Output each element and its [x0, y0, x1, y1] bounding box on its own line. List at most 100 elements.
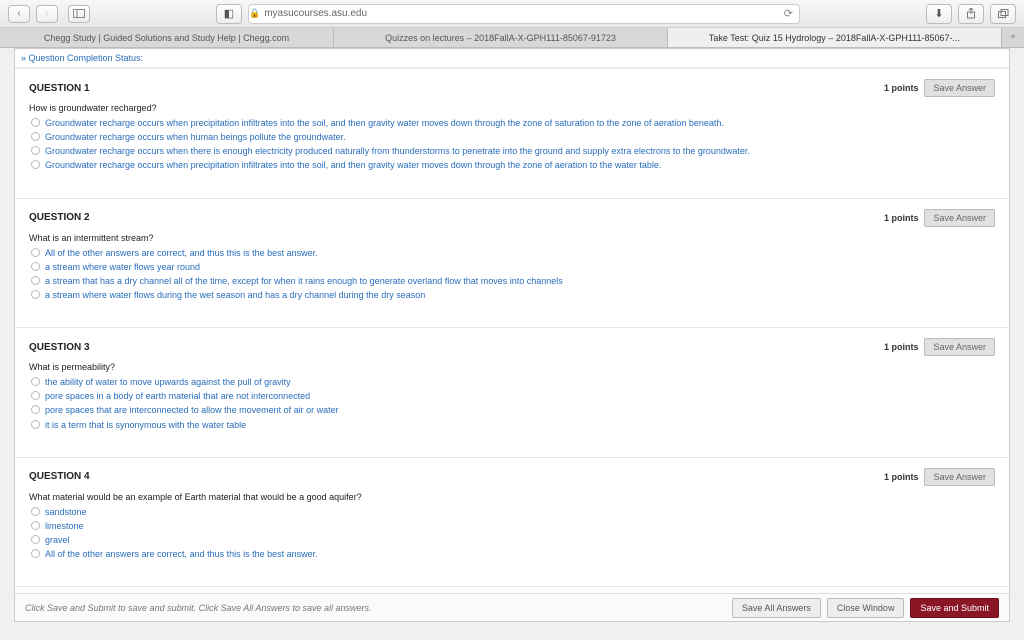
radio-button[interactable] [31, 377, 40, 386]
question-block: QUESTION 3 1 points Save Answer What is per… [15, 327, 1009, 447]
question-title: QUESTION 4 [29, 471, 90, 482]
option-text: pore spaces in a body of earth material … [45, 390, 310, 402]
save-answer-button[interactable]: Save Answer [924, 79, 995, 97]
question-title: QUESTION 3 [29, 342, 90, 353]
save-answer-button[interactable]: Save Answer [924, 468, 995, 486]
option-row[interactable]: Groundwater recharge occurs when precipi… [31, 117, 995, 129]
radio-button[interactable] [31, 248, 40, 257]
radio-button[interactable] [31, 521, 40, 530]
option-row[interactable]: a stream where water flows during the we… [31, 289, 995, 301]
points-suffix: points [889, 213, 919, 223]
option-row[interactable]: a stream where water flows year round [31, 261, 995, 273]
option-row[interactable]: a stream that has a dry channel all of t… [31, 275, 995, 287]
browser-tab[interactable]: Chegg Study | Guided Solutions and Study… [0, 28, 334, 47]
option-row[interactable]: limestone [31, 520, 995, 532]
option-row[interactable]: Groundwater recharge occurs when human b… [31, 131, 995, 143]
option-text: Groundwater recharge occurs when there i… [45, 145, 750, 157]
option-row[interactable]: it is a term that is synonymous with the… [31, 419, 995, 431]
option-text: limestone [45, 520, 84, 532]
question-header: QUESTION 3 1 points Save Answer [29, 338, 995, 356]
option-row[interactable]: Groundwater recharge occurs when there i… [31, 145, 995, 157]
quiz-page: » Question Completion Status: QUESTION 1… [14, 48, 1010, 622]
radio-button[interactable] [31, 420, 40, 429]
close-window-button[interactable]: Close Window [827, 598, 905, 618]
points-label: 1 points [884, 213, 919, 223]
option-text: pore spaces that are interconnected to a… [45, 404, 339, 416]
question-header: QUESTION 11 pointsSave Answer [29, 79, 995, 97]
question-prompt: What material would be an example of Ear… [29, 492, 995, 502]
save-all-answers-button[interactable]: Save All Answers [732, 598, 821, 618]
tabs-button[interactable] [990, 4, 1016, 24]
option-text: Groundwater recharge occurs when human b… [45, 131, 346, 143]
questions-container: QUESTION 11 pointsSave AnswerHow is grou… [15, 68, 1009, 622]
points-suffix: points [889, 83, 919, 93]
option-row[interactable]: All of the other answers are correct, an… [31, 548, 995, 560]
new-tab-button[interactable]: + [1002, 28, 1024, 47]
option-text: All of the other answers are correct, an… [45, 247, 318, 259]
points-suffix: points [889, 472, 919, 482]
back-button[interactable]: ‹ [8, 5, 30, 23]
question-meta: 1 points Save Answer [884, 468, 995, 486]
radio-button[interactable] [31, 405, 40, 414]
radio-button[interactable] [31, 160, 40, 169]
downloads-button[interactable]: ⬇ [926, 4, 952, 24]
option-row[interactable]: Groundwater recharge occurs when precipi… [31, 159, 995, 171]
tabs-icon [998, 9, 1009, 19]
save-answer-button[interactable]: Save Answer [924, 209, 995, 227]
browser-tab-strip: Chegg Study | Guided Solutions and Study… [0, 28, 1024, 48]
download-icon: ⬇ [934, 7, 943, 20]
radio-button[interactable] [31, 535, 40, 544]
option-text: a stream where water flows during the we… [45, 289, 425, 301]
points-label: 1 points [884, 83, 919, 93]
question-completion-status-link[interactable]: » Question Completion Status: [15, 49, 1009, 68]
radio-button[interactable] [31, 118, 40, 127]
sidebar-toggle-button[interactable] [68, 5, 90, 23]
points-label: 1 points [884, 472, 919, 482]
save-answer-button[interactable]: Save Answer [924, 338, 995, 356]
question-prompt: What is an ephemeral stream? [29, 621, 995, 622]
option-row[interactable]: pore spaces in a body of earth material … [31, 390, 995, 402]
radio-button[interactable] [31, 146, 40, 155]
points-label: 1 points [884, 342, 919, 352]
question-block: QUESTION 11 pointsSave AnswerHow is grou… [15, 68, 1009, 188]
option-row[interactable]: sandstone [31, 506, 995, 518]
option-row[interactable]: gravel [31, 534, 995, 546]
question-title: QUESTION 2 [29, 212, 90, 223]
radio-button[interactable] [31, 262, 40, 271]
question-block: QUESTION 21 pointsSave AnswerWhat is an … [15, 198, 1009, 318]
question-block: QUESTION 4 1 points Save Answer What materi… [15, 457, 1009, 577]
question-prompt: What is permeability? [29, 362, 995, 372]
option-text: Groundwater recharge occurs when precipi… [45, 117, 724, 129]
question-meta: 1 points Save Answer [884, 209, 995, 227]
radio-button[interactable] [31, 507, 40, 516]
browser-tab[interactable]: Take Test: Quiz 15 Hydrology – 2018FallA… [668, 28, 1002, 47]
browser-toolbar: ‹ › ◧ 🔒 myasucourses.asu.edu ⟳ ⬇ [0, 0, 1024, 28]
address-bar[interactable]: 🔒 myasucourses.asu.edu ⟳ [248, 4, 800, 24]
question-header: QUESTION 4 1 points Save Answer [29, 468, 995, 486]
reader-icon: ◧ [224, 7, 234, 20]
option-row[interactable]: All of the other answers are correct, an… [31, 247, 995, 259]
radio-button[interactable] [31, 549, 40, 558]
radio-button[interactable] [31, 276, 40, 285]
question-meta: 1 points Save Answer [884, 338, 995, 356]
option-text: All of the other answers are correct, an… [45, 548, 318, 560]
option-row[interactable]: the ability of water to move upwards aga… [31, 376, 995, 388]
reader-button[interactable]: ◧ [216, 4, 242, 24]
radio-button[interactable] [31, 391, 40, 400]
save-and-submit-button[interactable]: Save and Submit [910, 598, 999, 618]
forward-button[interactable]: › [36, 5, 58, 23]
option-text: gravel [45, 534, 70, 546]
tab-label: Take Test: Quiz 15 Hydrology – 2018FallA… [709, 33, 960, 43]
reload-icon[interactable]: ⟳ [784, 7, 793, 20]
option-text: a stream where water flows year round [45, 261, 200, 273]
points-suffix: points [889, 342, 919, 352]
option-text: Groundwater recharge occurs when precipi… [45, 159, 661, 171]
browser-tab[interactable]: Quizzes on lectures – 2018FallA-X-GPH111… [334, 28, 668, 47]
radio-button[interactable] [31, 290, 40, 299]
tab-label: Chegg Study | Guided Solutions and Study… [44, 33, 289, 43]
share-button[interactable] [958, 4, 984, 24]
lock-icon: 🔒 [249, 8, 260, 19]
radio-button[interactable] [31, 132, 40, 141]
tab-label: Quizzes on lectures – 2018FallA-X-GPH111… [385, 33, 616, 43]
option-row[interactable]: pore spaces that are interconnected to a… [31, 404, 995, 416]
